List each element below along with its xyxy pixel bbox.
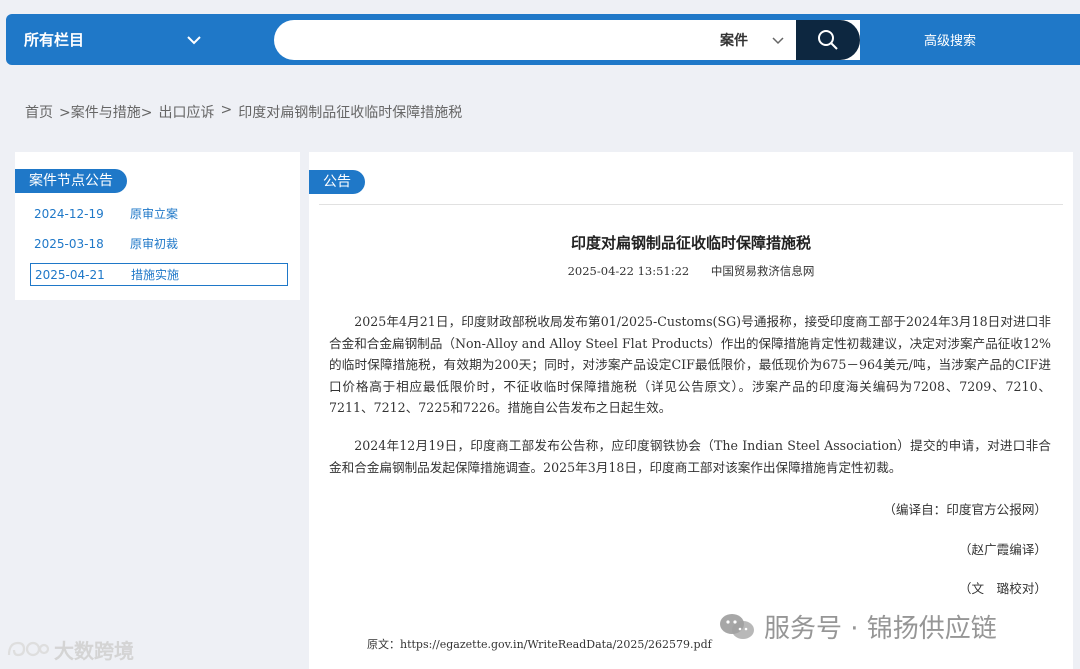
top-nav-bar: 所有栏目 案件 高级搜索: [6, 14, 1080, 65]
breadcrumb-home[interactable]: 首页: [25, 102, 53, 122]
article-source-org: 中国贸易救济信息网: [710, 264, 815, 278]
watermark-left-text: 大数跨境: [54, 638, 134, 663]
source-link[interactable]: 原文：https://egazette.gov.in/WriteReadData…: [367, 636, 712, 652]
compiled-from: （编译自：印度官方公报网）: [883, 502, 1047, 517]
watermark-left: 大数跨境: [6, 632, 134, 666]
watermark-right-text: 服务号 · 锦扬供应链: [764, 613, 997, 644]
article-panel: 公告 印度对扁钢制品征收临时保障措施税 2025-04-22 13:51:22 …: [309, 152, 1073, 669]
search-button[interactable]: [796, 20, 860, 60]
watermark-right: 服务号 · 锦扬供应链: [718, 606, 997, 646]
editor-credit: （赵广霞编译）: [958, 542, 1047, 557]
sidebar-item[interactable]: 2025-03-18 原审初裁: [30, 232, 288, 255]
breadcrumb: 首页 >案件与措施> 出口应诉 > 印度对扁钢制品征收临时保障措施税: [25, 102, 462, 122]
category-select[interactable]: 所有栏目: [24, 14, 84, 65]
sidebar-item-active[interactable]: 2025-04-21 措施实施: [30, 263, 288, 286]
advanced-search-link[interactable]: 高级搜索: [924, 14, 976, 65]
search-icon: [818, 30, 838, 50]
breadcrumb-export[interactable]: 出口应诉: [158, 102, 214, 122]
section-title: 公告: [309, 170, 365, 194]
case-node-sidebar: 案件节点公告 2024-12-19 原审立案 2025-03-18 原审初裁 2…: [15, 152, 300, 300]
search-box: 案件: [274, 20, 860, 60]
sidebar-item-label: 原审初裁: [130, 237, 179, 251]
chevron-down-icon[interactable]: [184, 30, 204, 50]
sidebar-item-date: 2025-03-18: [34, 236, 104, 251]
search-type-label: 案件: [720, 33, 748, 49]
category-label: 所有栏目: [24, 31, 85, 49]
advanced-search-label: 高级搜索: [924, 34, 977, 49]
breadcrumb-current: 印度对扁钢制品征收临时保障措施税: [238, 105, 463, 121]
search-input[interactable]: [274, 20, 694, 60]
sidebar-item-label: 措施实施: [131, 268, 180, 282]
sidebar-item-date: 2024-12-19: [34, 206, 104, 221]
breadcrumb-separator: >: [220, 102, 233, 118]
article-paragraph: 2025年4月21日，印度财政部税收局发布第01/2025-Customs(SG…: [329, 314, 1051, 415]
sidebar-item-label: 原审立案: [130, 207, 179, 221]
divider: [319, 204, 1063, 205]
chevron-down-icon[interactable]: [770, 32, 786, 48]
breadcrumb-cases[interactable]: >案件与措施>: [59, 102, 152, 122]
sidebar-item[interactable]: 2024-12-19 原审立案: [30, 202, 288, 225]
article-datetime: 2025-04-22 13:51:22: [567, 264, 690, 278]
proofreader-credit: （文 璐校对）: [958, 581, 1047, 596]
article-title: 印度对扁钢制品征收临时保障措施税: [570, 234, 811, 252]
article-meta: 2025-04-22 13:51:22 中国贸易救济信息网: [309, 263, 1073, 279]
brand-logo-icon: [7, 641, 50, 657]
article-paragraph: 2024年12月19日，印度商工部发布公告称，应印度钢铁协会（The India…: [329, 438, 1051, 475]
sidebar-title: 案件节点公告: [15, 169, 127, 193]
wechat-icon: [720, 614, 754, 639]
sidebar-item-date: 2025-04-21: [35, 267, 105, 282]
search-type-select[interactable]: 案件: [720, 20, 748, 60]
